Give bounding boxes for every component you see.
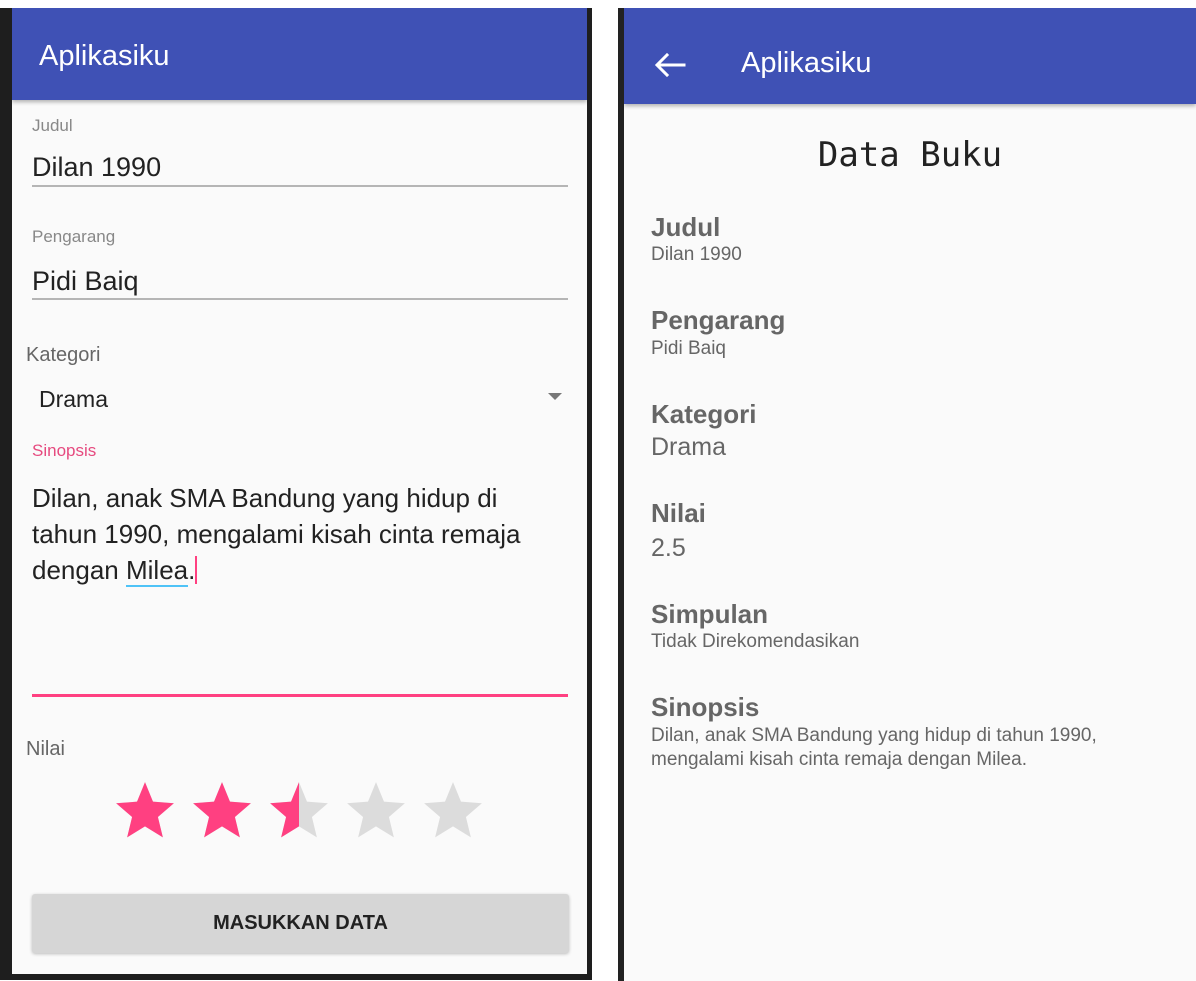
nilai-label: Nilai — [26, 738, 65, 760]
pengarang-label: Pengarang — [32, 227, 116, 246]
star-icon[interactable] — [420, 778, 486, 844]
sinopsis-underline-focused — [32, 694, 568, 697]
pengarang-input[interactable]: Pidi Baiq — [32, 266, 139, 297]
sinopsis-spellcheck-word: Milea — [125, 555, 189, 587]
arrow-left-icon[interactable] — [654, 53, 686, 77]
kategori-selected-value: Drama — [39, 386, 109, 412]
nilai-value: 2.5 — [651, 534, 686, 562]
simpulan-heading: Simpulan — [651, 599, 769, 629]
judul-input[interactable]: Dilan 1990 — [32, 152, 161, 183]
masukkan-data-button[interactable]: MASUKKAN DATA — [32, 894, 569, 953]
star-icon[interactable] — [266, 778, 332, 844]
caret-down-icon — [548, 393, 562, 400]
app-bar: Aplikasiku — [624, 8, 1196, 104]
app-bar: Aplikasiku — [12, 8, 587, 100]
kategori-heading: Kategori — [651, 399, 757, 429]
judul-heading: Judul — [651, 212, 721, 242]
text-cursor — [195, 556, 198, 584]
form-screen: Aplikasiku Judul Dilan 1990 Pengarang Pi… — [12, 8, 587, 974]
app-title: Aplikasiku — [741, 47, 872, 79]
judul-value: Dilan 1990 — [651, 244, 742, 265]
page-title: Data Buku — [817, 135, 1003, 175]
sinopsis-value: Dilan, anak SMA Bandung yang hidup di ta… — [651, 725, 1097, 770]
judul-underline — [32, 185, 568, 187]
star-icon[interactable] — [112, 778, 178, 844]
simpulan-value: Tidak Direkomendasikan — [651, 631, 860, 652]
detail-screen: Aplikasiku Data Buku Judul Dilan 1990 Pe… — [624, 8, 1196, 981]
judul-label: Judul — [32, 116, 73, 135]
star-icon[interactable] — [343, 778, 409, 844]
pengarang-heading: Pengarang — [651, 305, 786, 335]
sinopsis-text-end: . — [188, 555, 196, 585]
star-icon[interactable] — [189, 778, 255, 844]
sinopsis-text: Dilan, anak SMA Bandung yang hidup di ta… — [32, 483, 521, 585]
sinopsis-label: Sinopsis — [32, 441, 97, 460]
sinopsis-input[interactable]: Dilan, anak SMA Bandung yang hidup di ta… — [32, 480, 552, 588]
pengarang-value: Pidi Baiq — [651, 338, 726, 359]
nilai-heading: Nilai — [651, 498, 706, 528]
kategori-value: Drama — [651, 433, 727, 461]
sinopsis-heading: Sinopsis — [651, 692, 760, 722]
kategori-label: Kategori — [26, 344, 101, 366]
app-title: Aplikasiku — [39, 40, 170, 72]
pengarang-underline — [32, 298, 568, 300]
